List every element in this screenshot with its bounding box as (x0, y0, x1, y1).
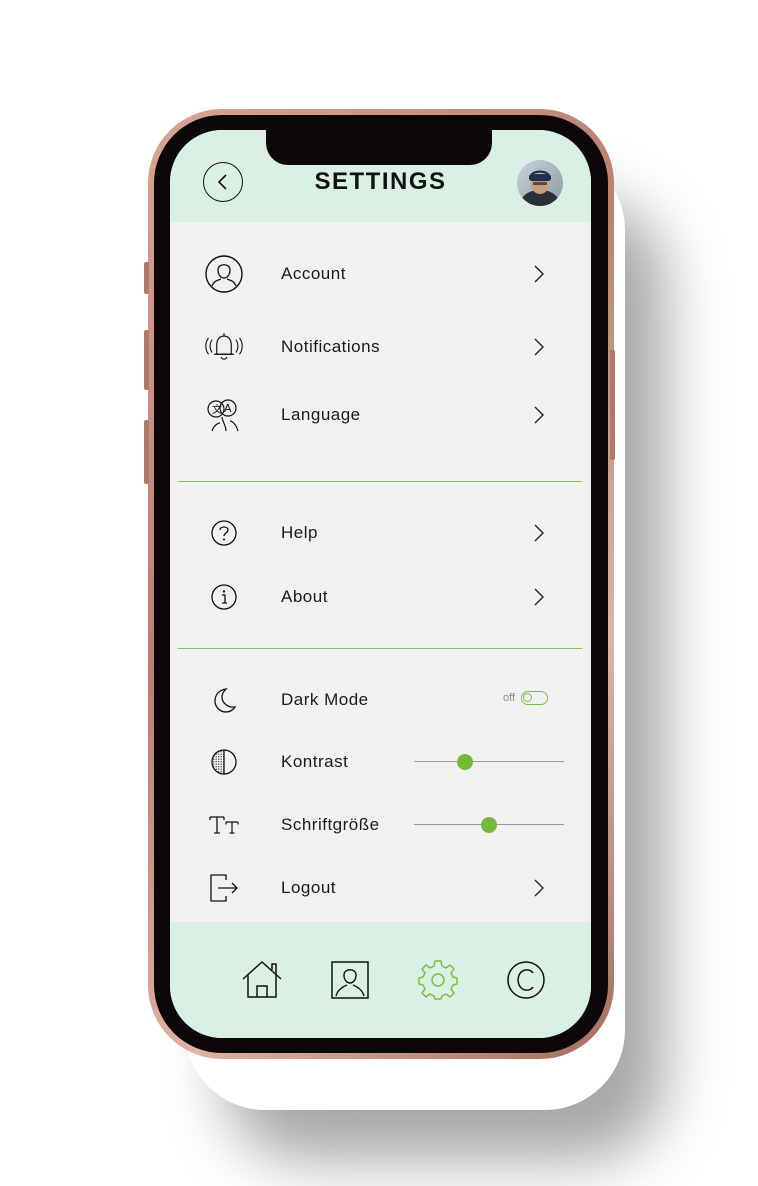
screen: SETTINGS Account Notifications 文 A Langu… (170, 130, 591, 1038)
settings-row-label: Logout (281, 878, 336, 897)
settings-row-label: Kontrast (281, 752, 349, 771)
dark-mode-toggle[interactable]: off (503, 691, 549, 705)
settings-row-label: Language (281, 405, 361, 424)
translate-icon: 文 A (204, 395, 244, 435)
settings-row-dark-mode: Dark Mode off (170, 680, 591, 720)
section-divider (178, 481, 582, 482)
copyright-icon (507, 961, 545, 999)
settings-row-label: Account (281, 264, 346, 283)
info-circle-icon (204, 577, 244, 617)
toggle-track[interactable] (521, 691, 549, 705)
settings-row-label: About (281, 587, 328, 606)
nav-home[interactable] (240, 958, 284, 1002)
chevron-right-icon (534, 265, 544, 283)
contrast-slider[interactable] (414, 754, 564, 770)
settings-row-label: Help (281, 523, 318, 542)
moon-icon (204, 680, 244, 720)
settings-row-logout[interactable]: Logout (170, 868, 591, 908)
nav-copyright[interactable] (504, 958, 548, 1002)
mute-switch (144, 262, 149, 294)
volume-down-button (144, 420, 149, 484)
nav-settings[interactable] (416, 958, 460, 1002)
user-circle-icon (204, 254, 244, 294)
chevron-right-icon (534, 338, 544, 356)
avatar[interactable] (517, 160, 563, 206)
settings-row-notifications[interactable]: Notifications (170, 327, 591, 367)
font-size-slider[interactable] (414, 817, 564, 833)
settings-row-help[interactable]: Help (170, 513, 591, 553)
chevron-right-icon (534, 406, 544, 424)
question-circle-icon (204, 513, 244, 553)
power-button (610, 350, 615, 460)
settings-row-font-size: Schriftgröße (170, 805, 591, 845)
profile-icon (331, 961, 369, 999)
bell-ringing-icon (204, 327, 244, 367)
logout-icon (204, 868, 244, 908)
home-icon (242, 960, 282, 998)
volume-up-button (144, 330, 149, 390)
slider-handle[interactable] (481, 817, 497, 833)
nav-profile[interactable] (328, 958, 372, 1002)
chevron-right-icon (534, 524, 544, 542)
notch (266, 130, 492, 165)
gear-icon (418, 960, 458, 1000)
toggle-state-text: off (503, 692, 516, 704)
settings-row-contrast: Kontrast (170, 742, 591, 782)
slider-handle[interactable] (457, 754, 473, 770)
settings-row-label: Dark Mode (281, 690, 369, 709)
contrast-icon (204, 742, 244, 782)
chevron-right-icon (534, 588, 544, 606)
settings-row-account[interactable]: Account (170, 254, 591, 294)
bottom-nav (170, 922, 591, 1038)
settings-row-label: Notifications (281, 337, 381, 356)
section-divider (178, 648, 582, 649)
svg-text:A: A (224, 402, 232, 415)
settings-row-about[interactable]: About (170, 577, 591, 617)
settings-row-label: Schriftgröße (281, 815, 380, 834)
settings-row-language[interactable]: 文 A Language (170, 395, 591, 435)
toggle-knob (523, 693, 533, 702)
chevron-right-icon (534, 879, 544, 897)
font-size-icon (204, 805, 244, 845)
